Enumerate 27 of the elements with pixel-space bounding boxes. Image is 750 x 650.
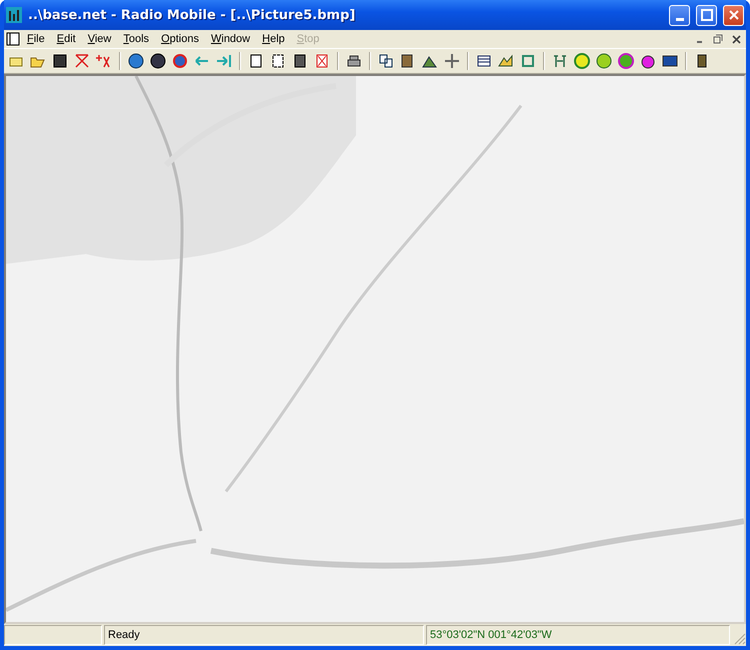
menu-item[interactable]: Tools [118, 32, 154, 46]
close-icon [732, 34, 740, 44]
globe-icon [127, 52, 145, 70]
minimize-icon [676, 18, 684, 20]
maximize-icon [700, 9, 712, 21]
status-text: Ready [104, 625, 424, 645]
close-icon [728, 9, 740, 21]
restore-icon [713, 34, 723, 44]
right-arrow-bar-icon [215, 52, 233, 70]
close-button[interactable] [723, 4, 744, 26]
menu-item[interactable]: Options [156, 32, 204, 46]
menu-item[interactable]: View [82, 32, 116, 46]
menu-item[interactable]: File [22, 32, 50, 46]
maximize-button[interactable] [696, 4, 717, 26]
document-icon [6, 32, 20, 46]
app-icon [6, 7, 22, 23]
menu-item[interactable]: Help [257, 32, 290, 46]
resize-grip-icon [732, 631, 746, 645]
coordinates-text: 53°03'02"N 001°42'03"W [426, 625, 730, 645]
network-nodes-icon [73, 52, 91, 70]
minimize-button[interactable] [669, 4, 690, 26]
window-title: ..\base.net - Radio Mobile - [..\Picture5.bmp] [28, 8, 356, 22]
copy-icon [377, 52, 395, 70]
bounding-box-icon [519, 52, 537, 70]
globe-button[interactable] [126, 51, 146, 71]
menu-item[interactable]: Window [206, 32, 256, 46]
menu-item[interactable]: Edit [52, 32, 81, 46]
